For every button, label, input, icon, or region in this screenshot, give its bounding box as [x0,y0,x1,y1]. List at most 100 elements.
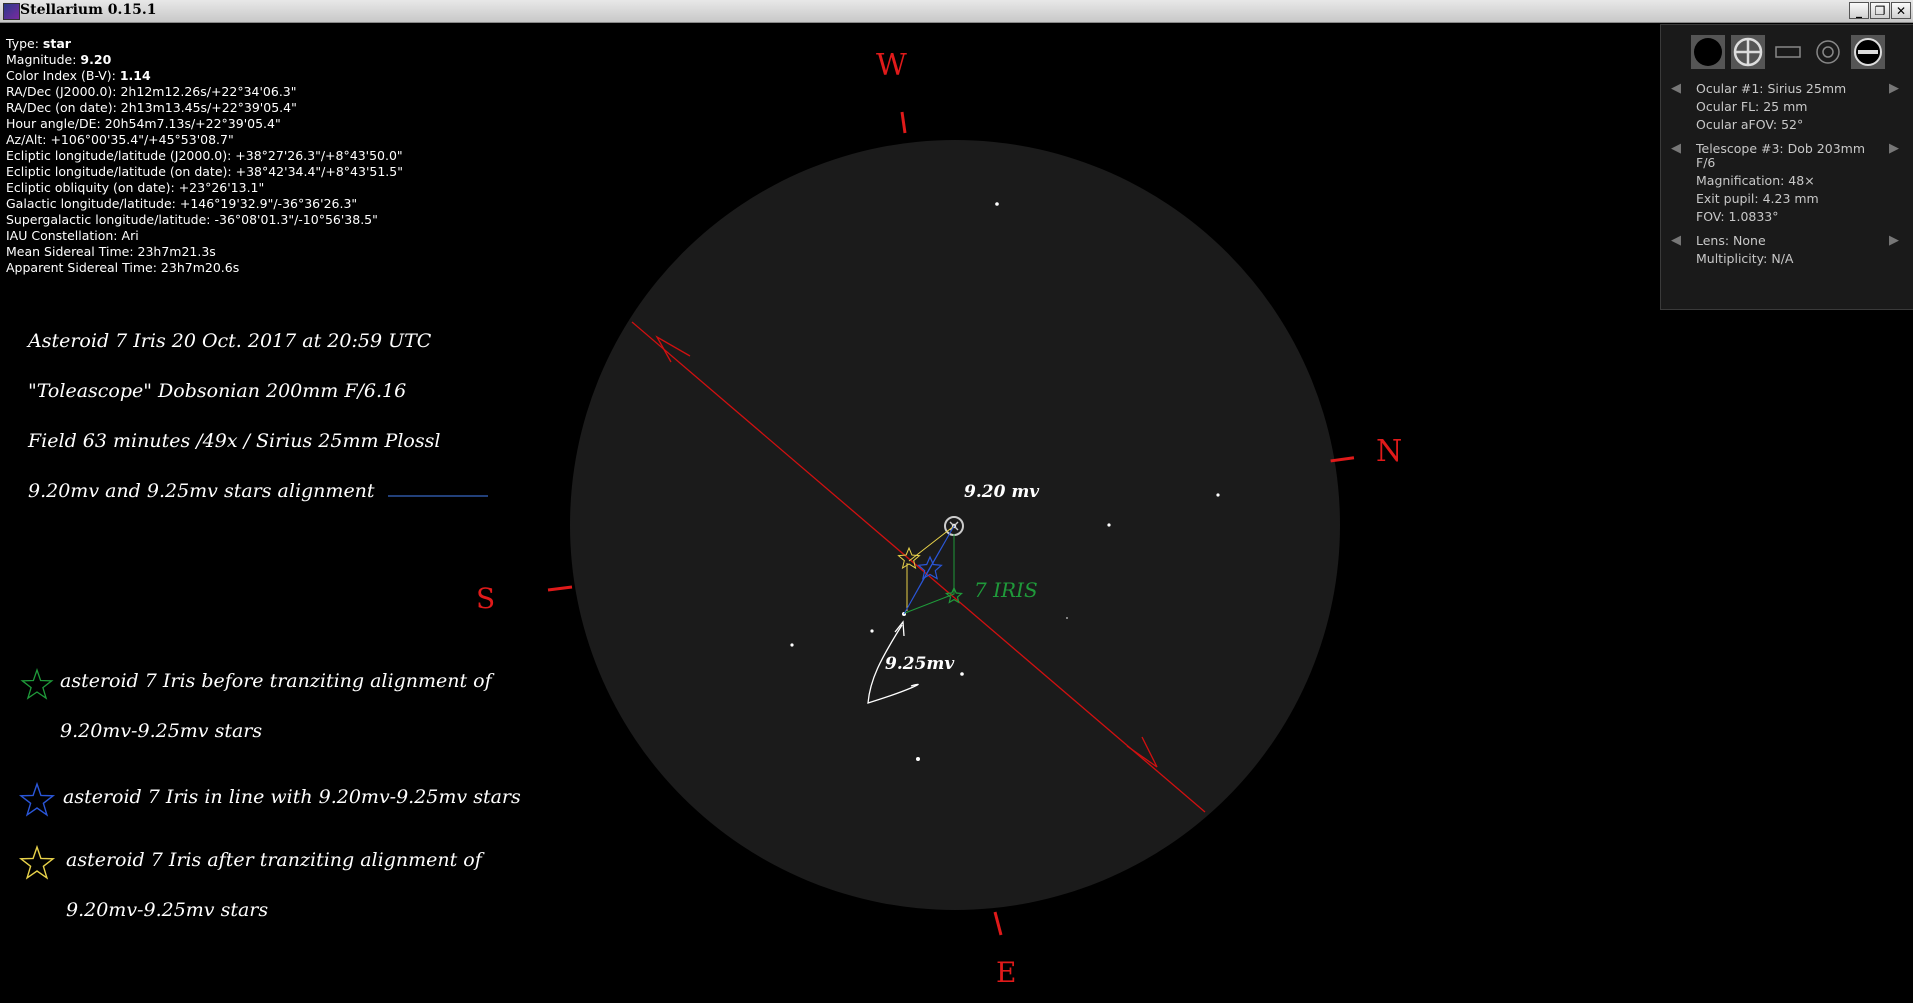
ocular-view-icon [1691,35,1725,69]
ocular-next-icon[interactable]: ▶ [1889,81,1899,96]
legend-yellow-text-2: 9.20mv-9.25mv stars [66,899,269,921]
info-value: 23h7m21.3s [137,244,216,259]
star[interactable] [960,672,964,676]
info-value: 2h12m12.26s/+22°34'06.3" [120,84,297,99]
star[interactable] [790,643,794,647]
exit-pupil: Exit pupil: 4.23 mm [1696,191,1819,206]
south-tick [547,585,573,592]
info-row: RA/Dec (on date): 2h13m13.45s/+22°39'05.… [6,100,403,116]
crosshair-icon [1731,35,1765,69]
info-label: Type: [6,36,39,51]
info-row: Supergalactic longitude/latitude: -36°08… [6,212,403,228]
west-tick [900,111,907,134]
info-row: Ecliptic longitude/latitude (on date): +… [6,164,403,180]
info-row: Hour angle/DE: 20h54m7.13s/+22°39'05.4" [6,116,403,132]
field-of-view: FOV: 1.0833° [1696,209,1779,224]
info-label: Apparent Sidereal Time: [6,260,157,275]
lens-next-icon[interactable]: ▶ [1889,233,1899,248]
magnitude-9-20-label: 9.20 mv [964,482,1040,502]
ocular-fl: Ocular FL: 25 mm [1696,99,1808,114]
info-row: RA/Dec (J2000.0): 2h12m12.26s/+22°34'06.… [6,84,403,100]
info-value: 23h7m20.6s [160,260,240,275]
info-label: Ecliptic longitude/latitude (J2000.0): [6,148,232,163]
info-value: +106°00'35.4"/+45°53'08.7" [50,132,234,147]
object-info-panel: Type: star Magnitude: 9.20 Color Index (B-… [6,36,403,276]
star[interactable] [1216,493,1220,497]
star[interactable] [916,757,920,761]
info-row: Magnitude: 9.20 [6,52,403,68]
note-telescope: "Toleascope" Dobsonian 200mm F/6.16 [28,380,407,402]
ccd-frame-icon [1775,46,1801,58]
info-row: Ecliptic longitude/latitude (J2000.0): +… [6,148,403,164]
ocular-view-button[interactable] [1691,35,1725,69]
info-label: RA/Dec (J2000.0): [6,84,117,99]
note-field: Field 63 minutes /49x / Sirius 25mm Plos… [28,430,441,452]
info-value: star [42,36,71,51]
star[interactable] [1066,617,1068,619]
info-value: +38°27'26.3"/+8°43'50.0" [235,148,403,163]
info-label: Ecliptic obliquity (on date): [6,180,175,195]
telescope-ratio: F/6 [1696,155,1716,170]
ocular-prev-icon[interactable]: ◀ [1671,81,1681,96]
info-value: 9.20 [80,52,112,67]
star[interactable] [870,629,874,633]
info-value: +38°42'34.4"/+8°43'51.5" [235,164,403,179]
info-value: Ari [121,228,139,243]
cardinal-north-label: N [1376,434,1403,469]
telrad-icon [1816,40,1840,64]
crosshair-button[interactable] [1731,35,1765,69]
ocular-panel[interactable]: ◀ ▶ Ocular #1: Sirius 25mm Ocular FL: 25… [1660,24,1913,310]
note-alignment: 9.20mv and 9.25mv stars alignment [28,480,375,502]
info-row: Apparent Sidereal Time: 23h7m20.6s [6,260,403,276]
legend-blue-star-icon [18,781,56,817]
note-title: Asteroid 7 Iris 20 Oct. 2017 at 20:59 UT… [28,330,432,352]
telescope-prev-icon[interactable]: ◀ [1671,141,1681,156]
magnitude-9-25-label: 9.25mv [885,654,955,674]
info-label: Az/Alt: [6,132,47,147]
legend-green-text: asteroid 7 Iris before tranziting alignm… [60,670,492,692]
info-row: Type: star [6,36,403,52]
info-value: -36°08'01.3"/-10°56'38.5" [214,212,378,227]
east-tick [993,911,1003,936]
info-label: Color Index (B-V): [6,68,116,83]
iris-label: 7 IRIS [974,578,1038,602]
ocular-afov: Ocular aFOV: 52° [1696,117,1804,132]
info-row: Color Index (B-V): 1.14 [6,68,403,84]
info-label: Hour angle/DE: [6,116,101,131]
info-row: Galactic longitude/latitude: +146°19'32.… [6,196,403,212]
magnification: Magnification: 48× [1696,173,1815,188]
configure-button[interactable] [1851,35,1885,69]
telescope-name: Telescope #3: Dob 203mm [1696,141,1866,156]
legend-blue-text: asteroid 7 Iris in line with 9.20mv-9.25… [63,786,521,808]
legend-green-star-icon [20,667,54,700]
info-row: Mean Sidereal Time: 23h7m21.3s [6,244,403,260]
telrad-button[interactable] [1811,35,1845,69]
lens-prev-icon[interactable]: ◀ [1671,233,1681,248]
info-label: Supergalactic longitude/latitude: [6,212,211,227]
legend-yellow-text: asteroid 7 Iris after tranziting alignme… [66,849,482,871]
telescope-next-icon[interactable]: ▶ [1889,141,1899,156]
info-label: Ecliptic longitude/latitude (on date): [6,164,232,179]
info-value: 1.14 [119,68,151,83]
cardinal-east-label: E [996,956,1017,989]
star[interactable] [995,202,999,206]
info-value: 20h54m7.13s/+22°39'05.4" [104,116,281,131]
star[interactable] [1107,523,1111,527]
legend-yellow-star-icon [18,844,56,880]
cardinal-west-label: W [876,48,907,83]
info-row: IAU Constellation: Ari [6,228,403,244]
multiplicity: Multiplicity: N/A [1696,251,1794,266]
ccd-frame-button[interactable] [1771,35,1805,69]
info-value: +146°19'32.9"/-36°36'26.3" [179,196,358,211]
info-label: Magnitude: [6,52,77,67]
cardinal-south-label: S [476,582,496,615]
info-value: +23°26'13.1" [178,180,265,195]
configure-icon [1851,35,1885,69]
info-label: IAU Constellation: [6,228,118,243]
info-label: RA/Dec (on date): [6,100,117,115]
info-row: Az/Alt: +106°00'35.4"/+45°53'08.7" [6,132,403,148]
info-label: Galactic longitude/latitude: [6,196,176,211]
ocular-name: Ocular #1: Sirius 25mm [1696,81,1847,96]
legend-green-text-2: 9.20mv-9.25mv stars [60,720,263,742]
info-row: Ecliptic obliquity (on date): +23°26'13.… [6,180,403,196]
